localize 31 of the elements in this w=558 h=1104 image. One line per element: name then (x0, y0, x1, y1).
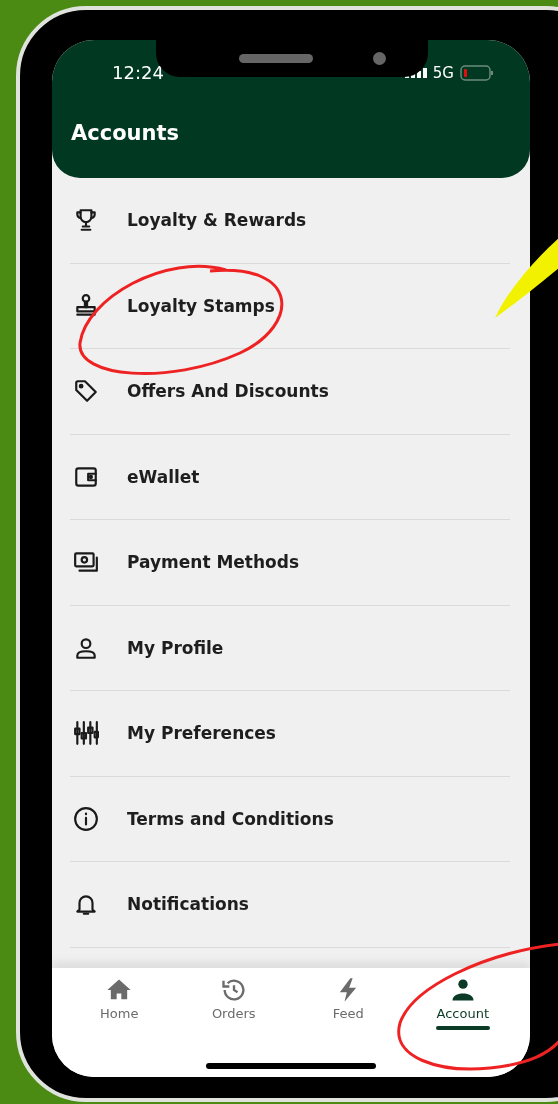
info-icon (73, 805, 99, 832)
page-title: Accounts (70, 120, 180, 145)
menu-item[interactable]: My Profile (70, 605, 510, 691)
battery-icon (460, 64, 494, 81)
menu-label: Terms and Conditions (127, 808, 334, 829)
menu-label: Offers And Discounts (127, 381, 329, 402)
tab[interactable]: Account (405, 976, 520, 1044)
sliders-icon (73, 720, 99, 747)
tag-icon (73, 378, 99, 405)
tab[interactable]: Home (62, 976, 177, 1044)
menu-item[interactable]: Offers And Discounts (70, 349, 510, 435)
menu-item[interactable]: eWallet (70, 434, 510, 520)
menu-item[interactable]: Payment Methods (70, 520, 510, 606)
stamp-icon (73, 292, 99, 319)
menu-label: eWallet (127, 466, 200, 487)
tab[interactable]: Orders (176, 976, 291, 1044)
status-time: 12:24 (112, 62, 164, 83)
menu-item[interactable]: Loyalty & Rewards (70, 178, 510, 264)
menu-label: My Preferences (127, 723, 276, 744)
menu-item[interactable]: Notifications (70, 862, 510, 948)
menu-label: Notifications (127, 894, 249, 915)
menu-item[interactable]: Terms and Conditions (70, 776, 510, 862)
menu-label: Loyalty & Rewards (127, 210, 307, 231)
signal-icon (404, 67, 427, 78)
tab[interactable]: Feed (291, 976, 406, 1044)
menu-label: My Profile (127, 637, 224, 658)
network-label: 5G (432, 63, 454, 82)
menu-label: Loyalty Stamps (127, 295, 275, 316)
trophy-icon (73, 207, 99, 234)
menu-item[interactable]: My Preferences (70, 691, 510, 777)
menu-label: Payment Methods (127, 552, 300, 573)
